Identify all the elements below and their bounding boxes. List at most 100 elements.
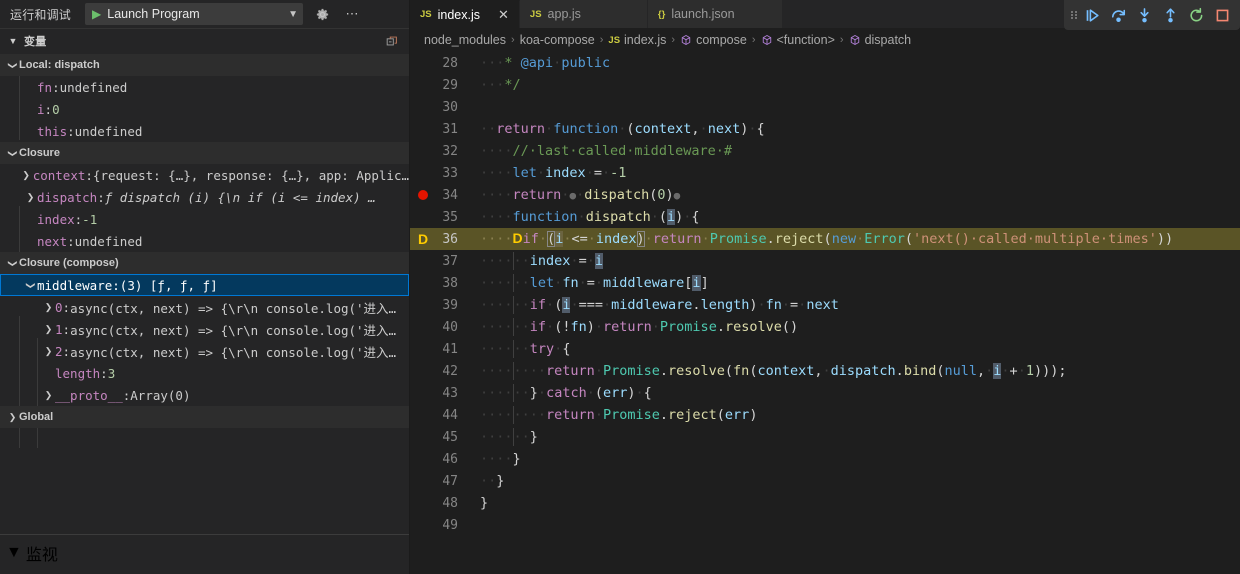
code-line[interactable]: 44 ········return·Promise.reject(err): [410, 404, 1240, 426]
variables-scope-row[interactable]: ❯ Local: dispatch: [0, 54, 409, 76]
chevron-right-icon[interactable]: ❯: [42, 390, 55, 401]
code-line[interactable]: 34 ····return·●·dispatch(0)●: [410, 184, 1240, 206]
breadcrumb-item[interactable]: <function>: [761, 33, 835, 47]
variable-value: async(ctx, next) => {\r\n console.log('进…: [70, 322, 397, 338]
variable-separator: :: [122, 387, 131, 403]
code-line[interactable]: 48}: [410, 492, 1240, 514]
restart-button[interactable]: [1184, 3, 1208, 27]
variable-separator: :: [52, 79, 60, 95]
code-line[interactable]: 29 ···*/: [410, 74, 1240, 96]
chevron-down-icon[interactable]: ❯: [7, 59, 18, 72]
variables-scope-row[interactable]: ❯ Closure: [0, 142, 409, 164]
code-line[interactable]: 32 ····//·last·called·middleware·#: [410, 140, 1240, 162]
variables-row[interactable]: ❯ dispatch: ƒ dispatch (i) {\n if (i <= i…: [0, 186, 409, 208]
breadcrumb-item[interactable]: node_modules: [424, 33, 506, 47]
variables-row[interactable]: ❯ 0: async(ctx, next) => {\r\n console.lo…: [0, 296, 409, 318]
code-line[interactable]: 38 ······let·fn·=·middleware[i]: [410, 272, 1240, 294]
chevron-right-icon[interactable]: ❯: [42, 302, 55, 313]
line-number: 30: [442, 99, 458, 115]
chevron-right-icon[interactable]: ❯: [42, 346, 55, 357]
step-out-button[interactable]: [1158, 3, 1182, 27]
variables-row[interactable]: length: 3: [0, 362, 409, 384]
line-number: 47: [442, 473, 458, 489]
watch-panel-header[interactable]: ▼ 监视: [0, 541, 409, 565]
code-line[interactable]: 41 ······try·{: [410, 338, 1240, 360]
breadcrumb-separator: ›: [751, 34, 756, 46]
breadcrumb-item[interactable]: compose: [680, 33, 747, 47]
chevron-down-icon[interactable]: ❯: [25, 279, 36, 292]
variables-row[interactable]: ❯ middleware: (3) [ƒ, ƒ, ƒ]: [0, 274, 409, 296]
variables-scope-row[interactable]: ❯ Closure (compose): [0, 252, 409, 274]
breadcrumb[interactable]: node_modules › koa-compose › JS index.js › comp…: [410, 28, 1240, 52]
variables-row[interactable]: ❯ __proto__: Array(0): [0, 384, 409, 406]
variables-row[interactable]: i: 0: [0, 98, 409, 120]
gear-icon[interactable]: [311, 3, 333, 25]
continue-button[interactable]: [1080, 3, 1104, 27]
breadcrumb-item[interactable]: JS index.js: [608, 33, 666, 47]
chevron-right-icon[interactable]: ❯: [20, 170, 33, 181]
stop-button[interactable]: [1210, 3, 1234, 27]
variables-row[interactable]: index: -1: [0, 208, 409, 230]
chevron-right-icon[interactable]: ❯: [6, 412, 19, 423]
variables-scope-row[interactable]: ❯ Global: [0, 406, 409, 428]
chevron-down-icon[interactable]: ❯: [7, 147, 18, 160]
variable-value: 3: [107, 365, 116, 381]
breakpoint-icon[interactable]: [410, 190, 436, 200]
code-editor[interactable]: 28 ···* @api·public 29 ···*/ 30 31 ··return·fu…: [410, 52, 1240, 574]
code-line[interactable]: 46 ····}: [410, 448, 1240, 470]
code-line[interactable]: D 36 ····Dif·(i·<=·index)·return·Promise.r…: [410, 228, 1240, 250]
code-line[interactable]: 37 ······index·=·i: [410, 250, 1240, 272]
launch-config-dropdown[interactable]: ▶ Launch Program ▼: [85, 3, 304, 25]
step-into-button[interactable]: [1132, 3, 1156, 27]
code-text: ········return·Promise.resolve(fn(contex…: [480, 362, 1067, 380]
code-line[interactable]: 45 ······}: [410, 426, 1240, 448]
breadcrumb-label: compose: [696, 33, 747, 47]
variables-row[interactable]: fn: undefined: [0, 76, 409, 98]
drag-handle-icon[interactable]: [1068, 7, 1078, 23]
variables-row[interactable]: ❯ 1: async(ctx, next) => {\r\n console.lo…: [0, 318, 409, 340]
js-file-icon: JS: [420, 9, 432, 20]
play-icon: ▶: [92, 7, 102, 21]
code-line[interactable]: 42 ········return·Promise.resolve(fn(cont…: [410, 360, 1240, 382]
variable-separator: :: [100, 365, 108, 381]
variables-row[interactable]: this: undefined: [0, 120, 409, 142]
variables-row[interactable]: ❯ 2: async(ctx, next) => {\r\n console.lo…: [0, 340, 409, 362]
code-line[interactable]: 49: [410, 514, 1240, 536]
breadcrumb-label: dispatch: [864, 33, 912, 47]
more-actions-icon[interactable]: ⋯: [341, 3, 363, 25]
variables-tree[interactable]: ❯ Local: dispatch fn: undefined i: 0 this: u…: [0, 52, 409, 534]
code-line[interactable]: 28 ···* @api·public: [410, 52, 1240, 74]
code-line[interactable]: 30: [410, 96, 1240, 118]
chevron-down-icon[interactable]: ❯: [7, 257, 18, 270]
variables-panel-header[interactable]: ▼ 变量: [0, 28, 409, 52]
variables-row[interactable]: next: undefined: [0, 230, 409, 252]
code-text: ······if·(!fn)·return·Promise.resolve(): [480, 318, 799, 336]
code-line[interactable]: 47 ··}: [410, 470, 1240, 492]
step-over-button[interactable]: [1106, 3, 1130, 27]
debug-floating-toolbar[interactable]: [1064, 0, 1240, 30]
editor-tab[interactable]: JS app.js: [519, 0, 648, 28]
editor-tab[interactable]: {} launch.json: [647, 0, 783, 28]
scope-label: Global: [19, 411, 54, 423]
variable-value: async(ctx, next) => {\r\n console.log('进…: [70, 300, 397, 316]
code-line[interactable]: 35 ····function·dispatch·(i)·{: [410, 206, 1240, 228]
code-line[interactable]: 33 ····let·index·=·-1: [410, 162, 1240, 184]
debug-stack-frame-icon[interactable]: D: [410, 232, 436, 246]
code-line[interactable]: 31 ··return·function·(context,·next)·{: [410, 118, 1240, 140]
variable-separator: :: [62, 343, 71, 359]
chevron-right-icon[interactable]: ❯: [42, 324, 55, 335]
watch-panel-title: 监视: [25, 547, 58, 564]
breadcrumb-item[interactable]: koa-compose: [520, 33, 595, 47]
line-number: 33: [442, 165, 458, 181]
chevron-right-icon[interactable]: ❯: [24, 192, 37, 203]
code-text: ······index·=·i: [480, 252, 603, 270]
breadcrumb-item[interactable]: dispatch: [849, 33, 912, 47]
variables-row[interactable]: ❯ context: {request: {…}, response: {…}, …: [0, 164, 409, 186]
line-number: 29: [442, 77, 458, 93]
code-line[interactable]: 39 ······if·(i·===·middleware.length)·fn·…: [410, 294, 1240, 316]
code-line[interactable]: 40 ······if·(!fn)·return·Promise.resolve(…: [410, 316, 1240, 338]
editor-tab[interactable]: JS index.js ✕: [410, 0, 520, 28]
close-icon[interactable]: ✕: [498, 8, 509, 21]
open-in-editor-icon[interactable]: [383, 32, 401, 50]
code-line[interactable]: 43 ······}·catch·(err)·{: [410, 382, 1240, 404]
